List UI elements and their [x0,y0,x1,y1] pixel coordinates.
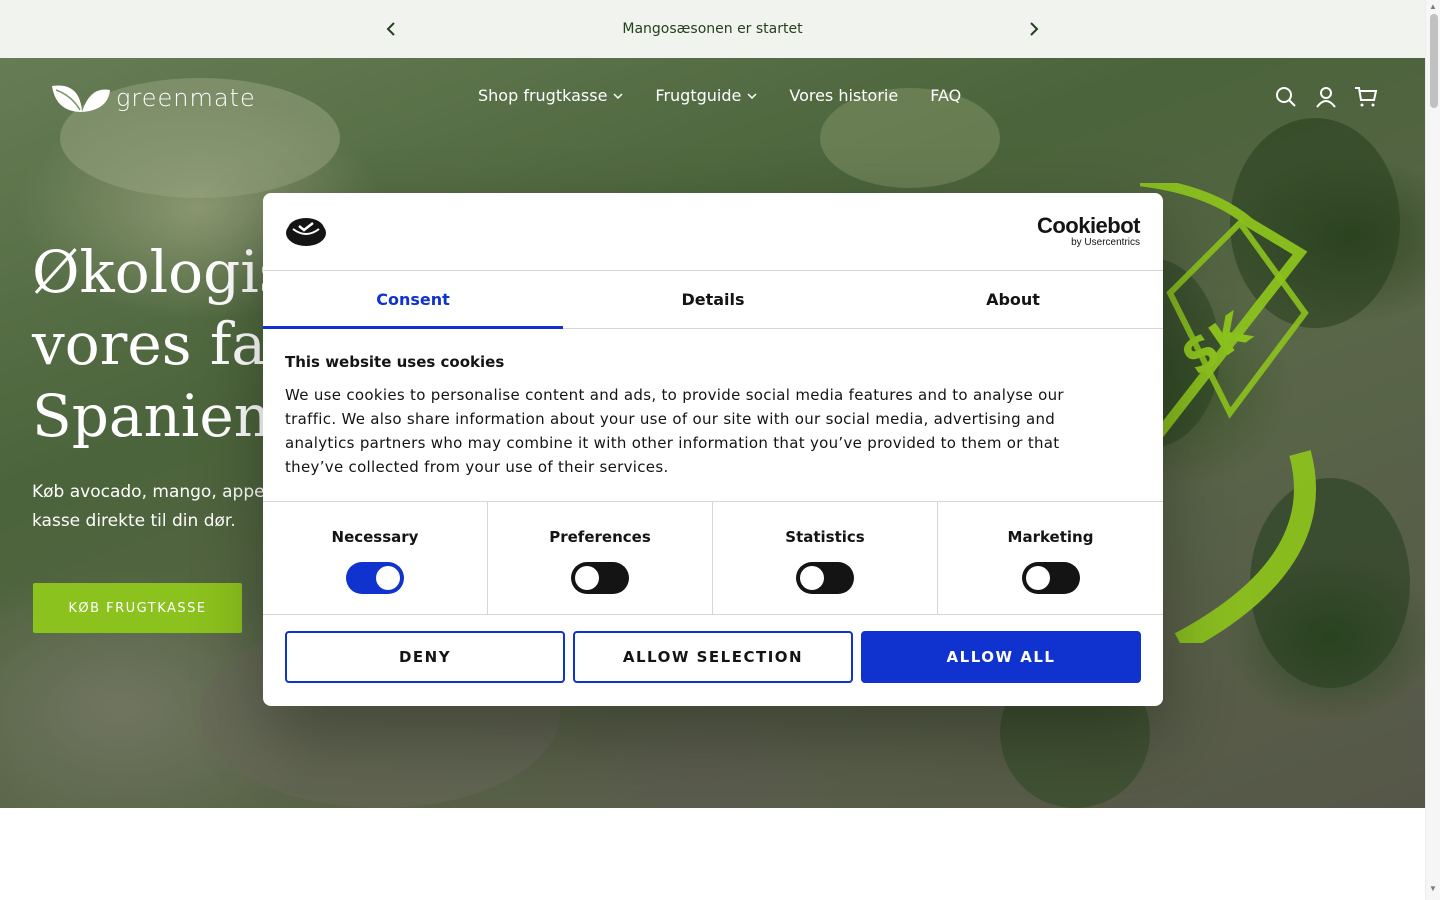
cart-icon[interactable] [1354,85,1378,109]
nav-item-frugtguide[interactable]: Frugtguide [655,86,757,105]
nav-item-vores-historie[interactable]: Vores historie [789,86,898,105]
allow-all-button[interactable]: ALLOW ALL [861,631,1141,683]
cookie-categories: Necessary Preferences Statistics Marketi… [263,501,1163,615]
nav-item-label: Shop frugtkasse [478,86,608,105]
category-label: Statistics [785,528,865,546]
leaf-logo-icon [52,85,110,112]
allow-selection-button[interactable]: ALLOW SELECTION [573,631,853,683]
toggle-knob [1025,566,1050,590]
category-necessary: Necessary [263,502,488,614]
brand-sub: by Usercentrics [1071,237,1140,248]
cookiebot-brand[interactable]: Cookiebot by Usercentrics [1036,213,1141,249]
category-label: Preferences [549,528,651,546]
brand-name: Cookiebot [1036,213,1141,238]
dialog-actions: DENY ALLOW SELECTION ALLOW ALL [285,631,1141,683]
preferences-toggle[interactable] [571,562,629,594]
dialog-body: This website uses cookies We use cookies… [285,353,1115,479]
nav-item-shop-frugtkasse[interactable]: Shop frugtkasse [478,86,623,105]
tab-details[interactable]: Details [563,271,863,328]
category-preferences: Preferences [488,502,713,614]
logo-wordmark: greenmate [116,84,256,112]
nav-item-faq[interactable]: FAQ [930,86,961,105]
category-statistics: Statistics [713,502,938,614]
scroll-up-icon[interactable]: ▲ [1429,2,1437,11]
cookie-logo-icon [286,218,326,246]
dialog-heading: This website uses cookies [285,353,505,371]
header-actions [1274,85,1378,109]
announcement-prev-button[interactable] [381,19,401,39]
dialog-description: We use cookies to personalise content an… [285,386,1064,476]
statistics-toggle[interactable] [796,562,854,594]
page-scrollbar[interactable]: ▲ ▼ [1425,0,1440,900]
buy-fruit-box-button[interactable]: KØB FRUGTKASSE [33,583,242,633]
deny-button[interactable]: DENY [285,631,565,683]
chevron-left-icon [386,22,395,36]
account-icon[interactable] [1314,85,1338,109]
chevron-down-icon [747,92,757,99]
nav-item-label: Vores historie [789,86,899,105]
announcement-text[interactable]: Mangosæsonen er startet [622,21,802,37]
dialog-header: Cookiebot by Usercentrics [263,193,1163,271]
chevron-right-icon [1030,22,1039,36]
toggle-knob [800,566,824,590]
toggle-knob [376,566,400,590]
announcement-next-button[interactable] [1024,19,1044,39]
scrollbar-thumb[interactable] [1430,14,1438,108]
cookie-consent-dialog: Cookiebot by Usercentrics Consent Detail… [263,193,1163,706]
scroll-down-icon[interactable]: ▼ [1429,884,1437,893]
organic-stamp-graphic: SK [1140,183,1316,643]
nav-item-label: Frugtguide [655,86,742,105]
nav-item-label: FAQ [930,86,962,105]
main-nav: Shop frugtkasse Frugtguide Vores histori… [478,86,961,105]
announcement-bar: Mangosæsonen er startet [0,0,1425,58]
category-label: Necessary [331,528,419,546]
marketing-toggle[interactable] [1021,562,1080,594]
toggle-knob [575,566,599,590]
tab-consent[interactable]: Consent [263,271,563,329]
site-logo[interactable]: greenmate [50,82,256,114]
chevron-down-icon [613,92,623,99]
category-label: Marketing [1007,528,1094,546]
dialog-tabs: Consent Details About [263,271,1163,329]
category-marketing: Marketing [938,502,1163,614]
tab-about[interactable]: About [863,271,1163,328]
necessary-toggle[interactable] [346,562,404,594]
search-icon[interactable] [1274,85,1298,109]
